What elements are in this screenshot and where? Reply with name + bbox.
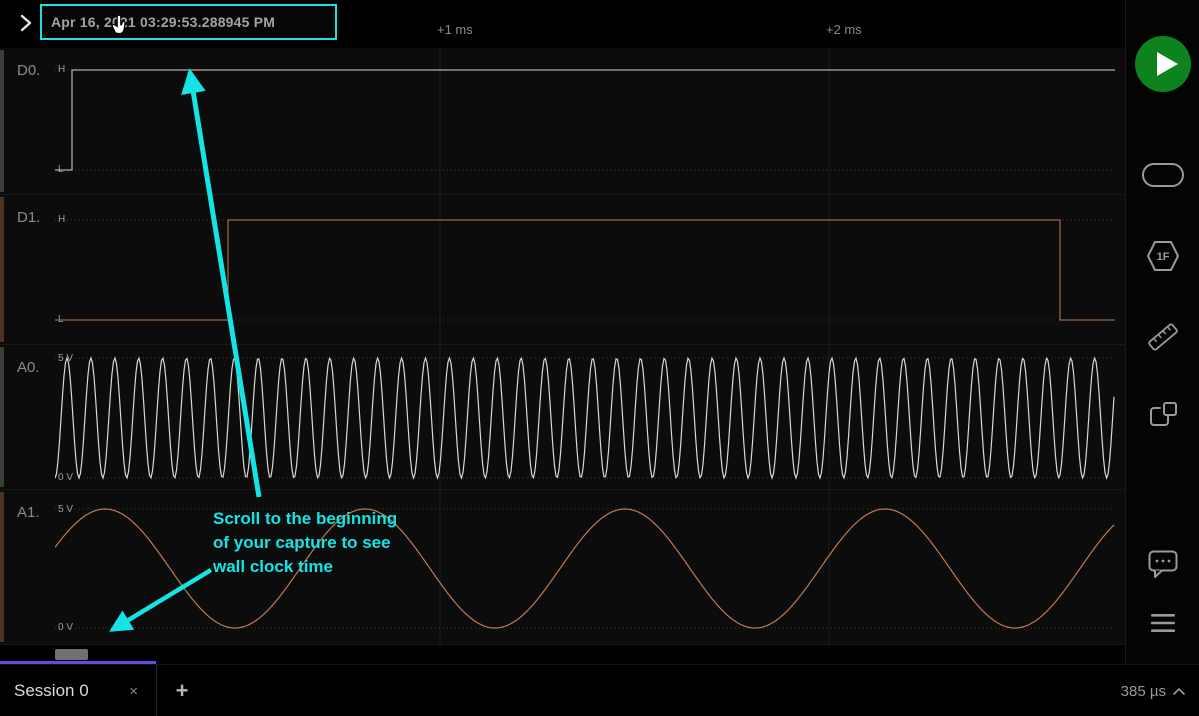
channel-label-a0[interactable]: A0. <box>17 359 40 376</box>
digital-waveform-d1[interactable] <box>55 195 1115 350</box>
channel-row-d0: D0. H L <box>0 48 1125 195</box>
digital-waveform-d0[interactable] <box>55 48 1115 200</box>
analog-waveform-a0[interactable] <box>55 345 1115 495</box>
logic-analyzer-app: Apr 16, 2021 03:29:53.288945 PM +1 ms +2… <box>0 0 1199 716</box>
time-marker-2ms: +2 ms <box>826 22 862 37</box>
time-marker-1ms: +1 ms <box>437 22 473 37</box>
wall-clock-timestamp[interactable]: Apr 16, 2021 03:29:53.288945 PM <box>40 4 337 40</box>
bottom-bar: Session 0 × + 385 µs <box>0 664 1199 716</box>
device-settings-icon[interactable] <box>1140 160 1186 190</box>
extensions-icon[interactable] <box>1147 400 1179 432</box>
chevron-up-icon <box>1173 688 1185 695</box>
channel-color-strip <box>0 50 4 192</box>
analyzers-icon[interactable]: 1F <box>1144 238 1182 274</box>
expand-panel-button[interactable] <box>12 10 38 36</box>
channel-color-strip <box>0 347 4 487</box>
analog-waveform-a1[interactable] <box>55 490 1115 650</box>
timestamp-text: Apr 16, 2021 03:29:53.288945 PM <box>51 14 275 30</box>
session-tab[interactable]: Session 0 × <box>0 665 157 716</box>
channel-color-strip <box>0 492 4 642</box>
top-toolbar: Apr 16, 2021 03:29:53.288945 PM +1 ms +2… <box>0 0 1125 48</box>
channel-label-d0[interactable]: D0. <box>17 62 40 79</box>
close-session-icon[interactable]: × <box>125 681 142 702</box>
start-capture-button[interactable] <box>1135 36 1191 92</box>
channel-label-a1[interactable]: A1. <box>17 504 40 521</box>
add-session-button[interactable]: + <box>168 665 196 716</box>
feedback-chat-icon[interactable] <box>1148 550 1178 578</box>
horizontal-scrollbar-thumb[interactable] <box>55 649 88 660</box>
measurements-ruler-icon[interactable] <box>1146 320 1180 354</box>
channel-color-strip <box>0 197 4 342</box>
horizontal-scrollbar-track[interactable] <box>0 645 1125 664</box>
capture-duration-control[interactable]: 385 µs <box>1121 665 1185 716</box>
channel-row-a0: A0. 5 V 0 V <box>0 345 1125 490</box>
chevron-right-icon <box>16 14 34 32</box>
waveform-area: D0. H L D1. H L A0. 5 V 0 V A1. 5 V 0 V <box>0 48 1125 645</box>
session-tab-label: Session 0 <box>14 681 89 701</box>
channel-row-d1: D1. H L <box>0 195 1125 345</box>
channel-row-a1: A1. 5 V 0 V <box>0 490 1125 645</box>
right-sidebar: 1F <box>1125 0 1199 664</box>
channel-label-d1[interactable]: D1. <box>17 209 40 226</box>
capture-duration-label: 385 µs <box>1121 683 1166 700</box>
main-menu-icon[interactable] <box>1151 614 1175 633</box>
analyzer-badge-text: 1F <box>1156 251 1169 263</box>
